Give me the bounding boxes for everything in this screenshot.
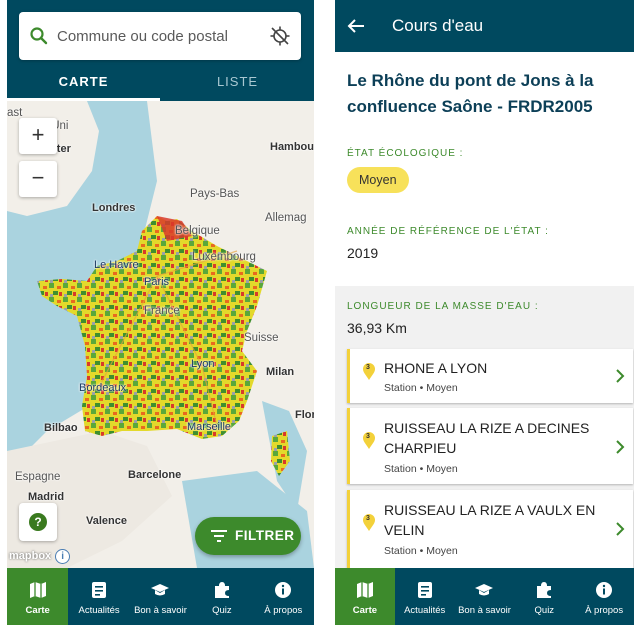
location-disabled-icon[interactable] (269, 25, 291, 47)
nav-label: Carte (352, 605, 378, 616)
info-icon (596, 582, 613, 598)
map-icon (356, 582, 373, 598)
longueur-label: LONGUEUR DE LA MASSE D'EAU : (347, 301, 539, 312)
station-subtitle: Station • Moyen (384, 382, 458, 394)
map-label: Luxembourg (192, 251, 256, 263)
map-label: Valence (86, 515, 127, 527)
map-label: Le Havre (94, 259, 139, 271)
zoom-out-button[interactable]: − (19, 161, 57, 197)
water-body-title: Le Rhône du pont de Jons à la confluence… (347, 71, 594, 116)
news-icon (417, 582, 432, 598)
station-name: RHONE A LYON (384, 360, 488, 376)
map-label: France (144, 305, 180, 317)
station-card[interactable]: 3 RUISSEAU LA RIZE A DECINES CHARPIEU St… (347, 408, 633, 484)
nav-item-quiz[interactable]: Quiz (191, 568, 252, 625)
stations-section: LONGUEUR DE LA MASSE D'EAU : 36,93 Km 3 … (335, 286, 634, 568)
map-label: Allemag (265, 212, 307, 224)
filter-icon (211, 530, 227, 542)
info-icon (275, 582, 292, 598)
nav-item-quiz[interactable]: Quiz (514, 568, 574, 625)
map-label: Paris (144, 276, 170, 288)
nav-item-bon-a-savoir[interactable]: Bon à savoir (455, 568, 515, 625)
tab-liste[interactable]: LISTE (161, 66, 314, 101)
station-badge: 3 (366, 433, 370, 440)
bottom-nav: Carte Actualités Bon à savoir Quiz À pro… (7, 568, 314, 625)
search-icon (30, 27, 48, 45)
map-label: Suisse (244, 332, 279, 344)
station-card[interactable]: 3 RHONE A LYON Station • Moyen (347, 349, 633, 403)
chevron-right-icon (616, 369, 625, 383)
help-icon: ? (29, 513, 47, 531)
map-icon (29, 582, 46, 598)
map-label: Hambou (270, 141, 314, 153)
map-label: Espagne (15, 471, 61, 483)
map-label: Bordeaux (79, 382, 127, 394)
filter-label: FILTRER (235, 528, 295, 543)
map-label: Belgique (175, 225, 220, 237)
station-name: RUISSEAU LA RIZE A VAULX EN VELIN (384, 502, 596, 538)
annee-label: ANNÉE DE RÉFÉRENCE DE L'ÉTAT : (347, 226, 549, 237)
nav-item-carte[interactable]: Carte (335, 568, 395, 625)
info-icon[interactable]: i (55, 549, 71, 564)
station-card[interactable]: 3 RUISSEAU LA RIZE A VAULX EN VELIN Stat… (347, 490, 633, 568)
nav-label: Quiz (534, 605, 555, 616)
zoom-in-button[interactable]: + (19, 118, 57, 154)
map-label: Marseille (187, 421, 232, 433)
puzzle-icon (214, 582, 229, 598)
nav-item-actualites[interactable]: Actualités (395, 568, 455, 625)
map-screen: CARTE LISTE (7, 0, 314, 625)
map-label: Londres (92, 202, 136, 214)
map-view[interactable]: ast ume-Uni nchester Hambou Pays-Bas Lon… (7, 101, 314, 568)
etat-label: ÉTAT ÉCOLOGIQUE : (347, 148, 464, 159)
search-bar[interactable] (19, 12, 301, 60)
detail-screen: Cours d'eau Le Rhône du pont de Jons à l… (335, 0, 634, 625)
tab-carte[interactable]: CARTE (7, 66, 160, 101)
map-label: Lyon (191, 358, 215, 370)
nav-item-a-propos[interactable]: À propos (253, 568, 314, 625)
map-label: Milan (266, 366, 295, 378)
view-tabs: CARTE LISTE (7, 66, 314, 101)
chevron-right-icon (616, 440, 625, 454)
nav-label: Carte (25, 605, 50, 616)
status-badge: Moyen (347, 167, 409, 193)
annee-value: 2019 (347, 245, 379, 261)
map-label: Bilbao (44, 422, 78, 434)
station-name: RUISSEAU LA RIZE A DECINES CHARPIEU (384, 420, 590, 456)
nav-label: Actualités (404, 605, 446, 616)
help-button[interactable]: ? (19, 503, 57, 541)
puzzle-icon (537, 582, 552, 598)
detail-header: Cours d'eau (335, 0, 634, 52)
map-label: Pays-Bas (190, 188, 240, 200)
bottom-nav: Carte Actualités Bon à savoir Quiz À pro… (335, 568, 634, 625)
nav-item-actualites[interactable]: Actualités (68, 568, 129, 625)
station-subtitle: Station • Moyen (384, 545, 458, 557)
mapbox-attribution[interactable]: mapbox i (9, 549, 71, 564)
graduation-cap-icon (475, 584, 494, 596)
map-label: Barcelone (128, 469, 182, 481)
station-badge: 3 (366, 364, 370, 371)
nav-label: Bon à savoir (134, 605, 187, 616)
header-title: Cours d'eau (392, 16, 484, 35)
graduation-cap-icon (151, 584, 170, 596)
mapbox-logo: mapbox (9, 550, 52, 562)
search-input[interactable] (57, 24, 257, 48)
nav-label: Quiz (212, 605, 232, 616)
nav-item-a-propos[interactable]: À propos (574, 568, 634, 625)
map-label: Madrid (28, 491, 65, 503)
nav-label: À propos (585, 605, 624, 616)
nav-label: Bon à savoir (458, 605, 511, 616)
map-label: Flor (295, 409, 314, 421)
news-icon (92, 582, 107, 598)
back-arrow-icon[interactable] (347, 18, 365, 34)
station-badge: 3 (366, 515, 370, 522)
nav-item-bon-a-savoir[interactable]: Bon à savoir (130, 568, 191, 625)
map-header: CARTE LISTE (7, 0, 314, 101)
longueur-value: 36,93 Km (347, 320, 407, 336)
filter-button[interactable]: FILTRER (195, 517, 301, 555)
nav-label: À propos (264, 605, 303, 616)
nav-label: Actualités (78, 605, 120, 616)
nav-item-carte[interactable]: Carte (7, 568, 69, 625)
chevron-right-icon (616, 522, 625, 536)
station-subtitle: Station • Moyen (384, 463, 458, 475)
